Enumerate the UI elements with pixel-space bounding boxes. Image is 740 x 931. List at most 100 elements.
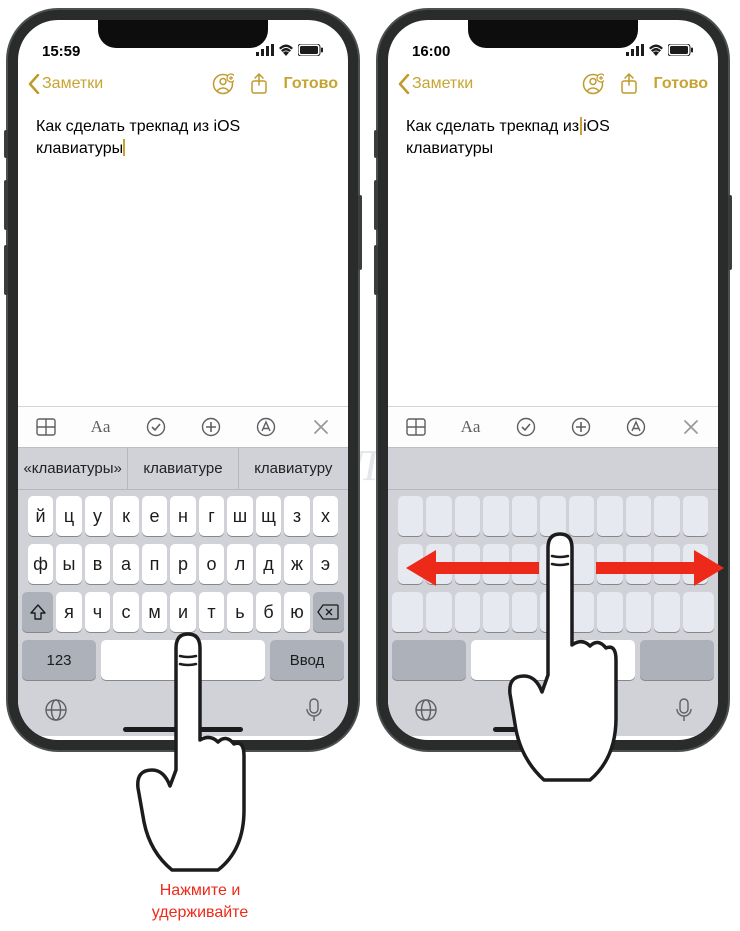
text-format-icon[interactable]: Aa bbox=[88, 414, 114, 440]
key-blank[interactable] bbox=[597, 544, 623, 584]
key-ь[interactable]: ь bbox=[227, 592, 253, 632]
key-blank[interactable] bbox=[626, 544, 652, 584]
key-blank[interactable] bbox=[455, 592, 481, 632]
key-blank[interactable] bbox=[426, 592, 452, 632]
add-person-icon[interactable] bbox=[582, 73, 604, 95]
mic-icon[interactable] bbox=[306, 698, 322, 727]
delete-key-blank[interactable] bbox=[683, 592, 714, 632]
key-с[interactable]: с bbox=[113, 592, 139, 632]
globe-icon[interactable] bbox=[414, 698, 438, 727]
suggestion-1[interactable]: «клавиатуры» bbox=[18, 448, 128, 489]
key-г[interactable]: г bbox=[199, 496, 225, 536]
key-blank[interactable] bbox=[483, 592, 509, 632]
delete-key[interactable] bbox=[313, 592, 344, 632]
key-blank[interactable] bbox=[483, 544, 509, 584]
note-content[interactable]: Как сделать трекпад из iOS клавиатуры bbox=[18, 106, 348, 406]
key-ш[interactable]: ш bbox=[227, 496, 253, 536]
key-р[interactable]: р bbox=[170, 544, 196, 584]
close-icon[interactable] bbox=[678, 414, 704, 440]
note-content[interactable]: Как сделать трекпад изiOS клавиатуры bbox=[388, 106, 718, 406]
share-icon[interactable] bbox=[248, 73, 270, 95]
key-е[interactable]: е bbox=[142, 496, 168, 536]
key-и[interactable]: и bbox=[170, 592, 196, 632]
key-п[interactable]: п bbox=[142, 544, 168, 584]
key-blank[interactable] bbox=[426, 496, 452, 536]
key-а[interactable]: а bbox=[113, 544, 139, 584]
key-blank[interactable] bbox=[398, 496, 424, 536]
numeric-key-blank[interactable] bbox=[392, 640, 466, 680]
key-blank[interactable] bbox=[455, 496, 481, 536]
key-blank[interactable] bbox=[683, 496, 709, 536]
key-щ[interactable]: щ bbox=[256, 496, 282, 536]
space-key[interactable] bbox=[101, 640, 265, 680]
key-blank[interactable] bbox=[512, 592, 538, 632]
key-й[interactable]: й bbox=[28, 496, 54, 536]
key-blank[interactable] bbox=[540, 544, 566, 584]
text-format-icon[interactable]: Aa bbox=[458, 414, 484, 440]
home-indicator[interactable] bbox=[123, 727, 243, 732]
key-д[interactable]: д bbox=[256, 544, 282, 584]
enter-key-blank[interactable] bbox=[640, 640, 714, 680]
key-blank[interactable] bbox=[597, 496, 623, 536]
key-н[interactable]: н bbox=[170, 496, 196, 536]
key-blank[interactable] bbox=[455, 544, 481, 584]
key-ю[interactable]: ю bbox=[284, 592, 310, 632]
suggestion-2[interactable]: клавиатуре bbox=[128, 448, 238, 489]
key-ы[interactable]: ы bbox=[56, 544, 82, 584]
key-blank[interactable] bbox=[398, 544, 424, 584]
back-button[interactable]: Заметки bbox=[398, 74, 473, 94]
add-person-icon[interactable] bbox=[212, 73, 234, 95]
key-blank[interactable] bbox=[597, 592, 623, 632]
key-blank[interactable] bbox=[626, 592, 652, 632]
shift-key-blank[interactable] bbox=[392, 592, 423, 632]
key-blank[interactable] bbox=[654, 496, 680, 536]
key-х[interactable]: х bbox=[313, 496, 339, 536]
key-blank[interactable] bbox=[654, 544, 680, 584]
key-о[interactable]: о bbox=[199, 544, 225, 584]
numeric-key[interactable]: 123 bbox=[22, 640, 96, 680]
keyboard[interactable]: йцукенгшщзх фывапролджэ ячсмитьбю 123 Вв… bbox=[18, 490, 348, 692]
add-icon[interactable] bbox=[198, 414, 224, 440]
key-ч[interactable]: ч bbox=[85, 592, 111, 632]
key-blank[interactable] bbox=[626, 496, 652, 536]
space-key-blank[interactable] bbox=[471, 640, 635, 680]
suggestion-3[interactable]: клавиатуру bbox=[239, 448, 348, 489]
key-я[interactable]: я bbox=[56, 592, 82, 632]
key-blank[interactable] bbox=[683, 544, 709, 584]
key-м[interactable]: м bbox=[142, 592, 168, 632]
key-т[interactable]: т bbox=[199, 592, 225, 632]
key-у[interactable]: у bbox=[85, 496, 111, 536]
key-blank[interactable] bbox=[540, 592, 566, 632]
home-indicator[interactable] bbox=[493, 727, 613, 732]
add-icon[interactable] bbox=[568, 414, 594, 440]
key-blank[interactable] bbox=[540, 496, 566, 536]
mic-icon[interactable] bbox=[676, 698, 692, 727]
back-button[interactable]: Заметки bbox=[28, 74, 103, 94]
key-blank[interactable] bbox=[512, 496, 538, 536]
key-б[interactable]: б bbox=[256, 592, 282, 632]
key-ж[interactable]: ж bbox=[284, 544, 310, 584]
key-blank[interactable] bbox=[512, 544, 538, 584]
done-button[interactable]: Готово bbox=[284, 75, 338, 93]
key-к[interactable]: к bbox=[113, 496, 139, 536]
enter-key[interactable]: Ввод bbox=[270, 640, 344, 680]
key-blank[interactable] bbox=[426, 544, 452, 584]
done-button[interactable]: Готово bbox=[654, 75, 708, 93]
key-л[interactable]: л bbox=[227, 544, 253, 584]
checklist-icon[interactable] bbox=[513, 414, 539, 440]
markup-icon[interactable] bbox=[253, 414, 279, 440]
table-icon[interactable] bbox=[33, 414, 59, 440]
keyboard-trackpad[interactable] bbox=[388, 490, 718, 692]
key-з[interactable]: з bbox=[284, 496, 310, 536]
key-в[interactable]: в bbox=[85, 544, 111, 584]
key-э[interactable]: э bbox=[313, 544, 339, 584]
key-blank[interactable] bbox=[569, 544, 595, 584]
key-ц[interactable]: ц bbox=[56, 496, 82, 536]
close-icon[interactable] bbox=[308, 414, 334, 440]
table-icon[interactable] bbox=[403, 414, 429, 440]
key-ф[interactable]: ф bbox=[28, 544, 54, 584]
key-blank[interactable] bbox=[569, 496, 595, 536]
key-blank[interactable] bbox=[483, 496, 509, 536]
key-blank[interactable] bbox=[654, 592, 680, 632]
globe-icon[interactable] bbox=[44, 698, 68, 727]
